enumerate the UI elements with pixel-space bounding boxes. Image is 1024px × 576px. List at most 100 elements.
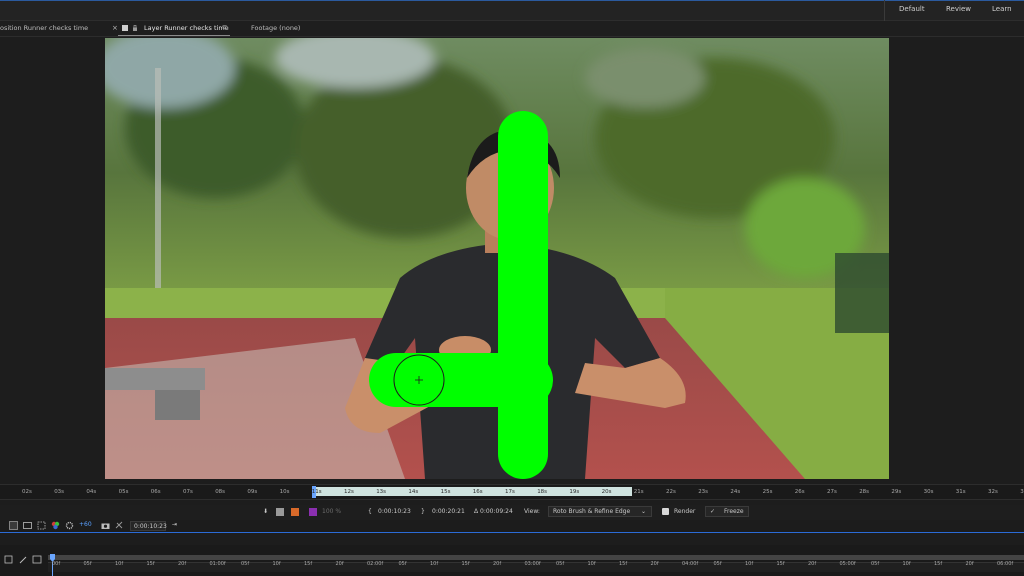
out-point-time[interactable]: 0:00:20:21 <box>432 508 465 515</box>
ruler-tick-label: 10s <box>279 489 290 495</box>
zoom-percent[interactable]: 100 % <box>322 508 341 515</box>
roto-stroke-vertical[interactable] <box>498 111 548 479</box>
ruler-tick-label: 27s <box>827 489 837 495</box>
region-of-interest-icon[interactable] <box>37 521 46 530</box>
ruler-tick-label: 32s <box>988 489 998 495</box>
channel-icon[interactable] <box>276 508 284 516</box>
timeline-tick-label: 20f <box>493 561 502 567</box>
bench-base <box>155 390 200 420</box>
preview-icon[interactable] <box>9 521 18 530</box>
current-time-field[interactable]: 0:00:10:23 <box>130 521 167 531</box>
timeline-tick-label: 06:00f <box>997 561 1014 567</box>
ruler-tick-label: 30s <box>923 489 934 495</box>
timeline-tick-label: 05:00f <box>839 561 856 567</box>
timeline-tick-label: 05f <box>241 561 250 567</box>
workspace-learn[interactable]: Learn <box>992 5 1012 13</box>
view-label: View: <box>524 508 540 515</box>
bench <box>105 368 205 390</box>
timeline-tick-label: 10f <box>430 561 439 567</box>
timeline-tick-label: 20f <box>808 561 817 567</box>
timeline-tick-label: 15f <box>619 561 628 567</box>
camera-icon[interactable] <box>101 521 110 530</box>
timeline-tick-label: 02:00f <box>367 561 384 567</box>
ruler-tick-label: 18s <box>537 489 548 495</box>
lock-icon[interactable] <box>132 25 138 31</box>
freeze-label: Freeze <box>724 508 744 515</box>
settings-icon[interactable] <box>65 521 74 530</box>
tab-footage[interactable]: Footage (none) <box>251 24 300 32</box>
in-point-icon[interactable]: { <box>368 508 372 515</box>
ruler-tick-label: 33s <box>1020 489 1024 495</box>
ruler-tick-label: 08s <box>215 489 226 495</box>
timeline-tick-label: 20f <box>178 561 187 567</box>
timeline-tick-label: 15f <box>461 561 470 567</box>
ruler-tick-label: 31s <box>955 489 966 495</box>
show-snapshot-icon[interactable] <box>115 521 124 530</box>
ruler-tick-label: 21s <box>633 489 644 495</box>
ruler-tick-label: 20s <box>601 489 612 495</box>
ruler-tick-label: 11s <box>311 489 322 495</box>
safe-zones-icon[interactable] <box>23 521 32 530</box>
timeline-tick-label: 15f <box>776 561 785 567</box>
ruler-tick-label: 05s <box>118 489 129 495</box>
tab-layer[interactable]: Layer Runner checks time <box>144 24 229 32</box>
ruler-tick-label: 04s <box>86 489 97 495</box>
timeline-tick-label: 15f <box>934 561 943 567</box>
timeline-tick-label: 20f <box>965 561 974 567</box>
background-pole <box>155 68 161 298</box>
current-time: 0:00:10:23 <box>134 523 167 530</box>
in-point-time[interactable]: 0:00:10:23 <box>378 508 411 515</box>
render-label: Render <box>674 508 696 515</box>
timeline-tick-label: 05f <box>713 561 722 567</box>
fence <box>835 253 889 333</box>
ruler-tick-label: 13s <box>376 489 387 495</box>
snapshot-icon[interactable]: ⬇ <box>263 508 268 515</box>
workspace-review[interactable]: Review <box>946 5 971 13</box>
timeline-tick-label: 10f <box>745 561 754 567</box>
active-tab-indicator <box>118 35 230 36</box>
timeline-tick-label: 03:00f <box>524 561 541 567</box>
panel-icon <box>122 25 128 31</box>
ruler-tick-label: 14s <box>408 489 419 495</box>
timeline-tick-label: 04:00f <box>682 561 699 567</box>
ruler-tick-label: 17s <box>505 489 515 495</box>
ruler-tick-label: 26s <box>794 489 805 495</box>
workspace-default[interactable]: Default <box>899 5 925 13</box>
go-to-time-icon[interactable]: ⇥ <box>172 521 177 528</box>
ruler-tick-label: 16s <box>472 489 483 495</box>
ruler-tick-label: 24s <box>730 489 741 495</box>
timeline-tick-label: 20f <box>650 561 659 567</box>
close-icon[interactable]: × <box>112 24 118 32</box>
timeline-tick-label: 10f <box>115 561 124 567</box>
color-swatch-orange[interactable] <box>291 508 299 516</box>
layer-viewer[interactable] <box>105 38 889 479</box>
tab-composition[interactable]: osition Runner checks time <box>0 24 88 32</box>
freeze-button[interactable]: ✓ Freeze <box>705 506 749 517</box>
timeline-icons <box>4 555 42 564</box>
view-dropdown[interactable]: Roto Brush & Refine Edge ⌄ <box>548 506 652 517</box>
ruler-tick-label: 02s <box>22 489 32 495</box>
timeline-track[interactable] <box>48 555 1024 560</box>
render-checkbox[interactable] <box>662 508 669 515</box>
panel-menu-icon[interactable]: ≡ <box>222 23 227 31</box>
workspace-separator <box>884 0 885 21</box>
fps-label[interactable]: +60 <box>79 521 92 528</box>
color-channels-icon[interactable] <box>51 521 60 530</box>
chevron-down-icon: ⌄ <box>641 508 647 515</box>
pen-icon <box>19 556 27 564</box>
duration-readout: Δ 0:00:09:24 <box>474 508 513 515</box>
workspace-bar: Default Review Learn <box>0 0 1024 21</box>
timeline-tick-label: 15f <box>304 561 313 567</box>
timeline-tick-label: 15f <box>146 561 155 567</box>
out-point-icon[interactable]: } <box>421 508 425 515</box>
roto-stroke-horizontal[interactable] <box>369 353 553 407</box>
ruler-tick-label: 19s <box>569 489 580 495</box>
ruler-tick-label: 25s <box>762 489 773 495</box>
footage-frame[interactable] <box>105 38 889 479</box>
window-accent-line <box>0 0 1024 1</box>
color-swatch-purple[interactable] <box>309 508 317 516</box>
timeline-tick-label: 01:00f <box>209 561 226 567</box>
timeline-tick-label: 10f <box>272 561 281 567</box>
viewer-controls-bar: ⬇ 100 % { 0:00:10:23 } 0:00:20:21 Δ 0:00… <box>0 505 1024 520</box>
freeze-icon: ✓ <box>710 508 716 515</box>
